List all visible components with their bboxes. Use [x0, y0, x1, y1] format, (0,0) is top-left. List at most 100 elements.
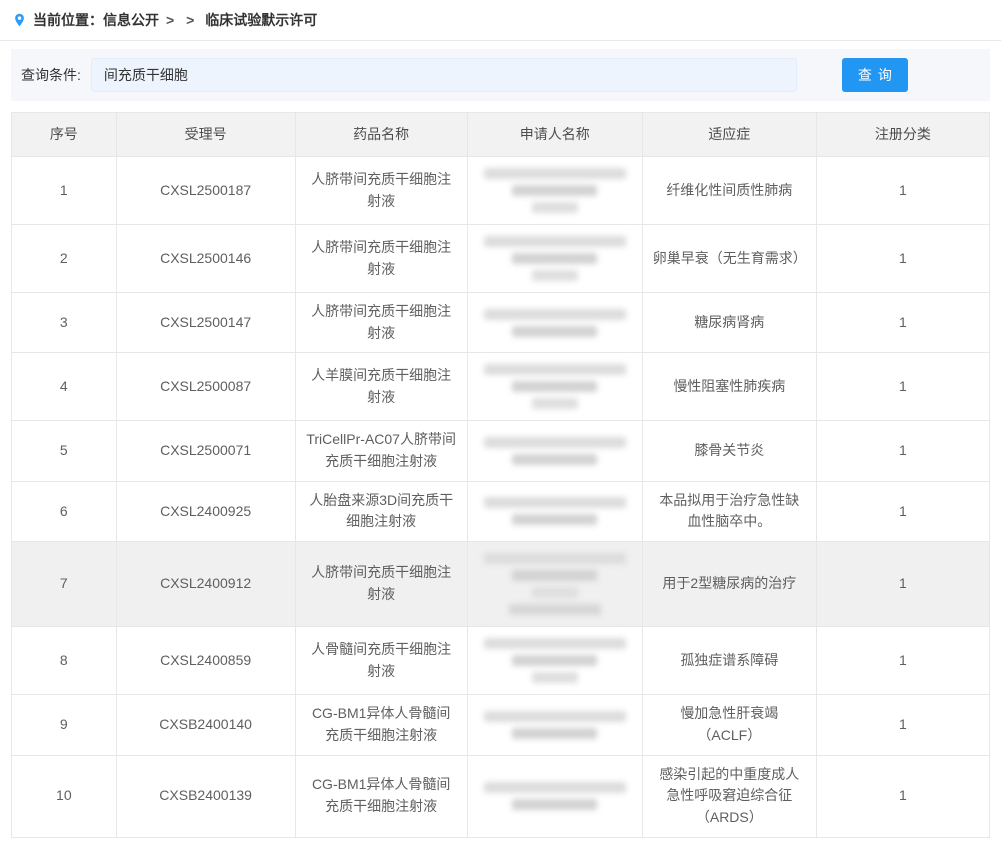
column-header-no: 序号 [12, 113, 117, 157]
cell-acceptance-no: CXSB2400140 [116, 695, 295, 755]
search-label: 查询条件: [21, 65, 81, 85]
cell-reg-class: 1 [816, 293, 989, 353]
table-body: 1 CXSL2500187 人脐带间充质干细胞注射液 纤维化性间质性肺病 1 2… [12, 157, 990, 838]
table-row[interactable]: 7 CXSL2400912 人脐带间充质干细胞注射液 用于2型糖尿病的治疗 1 [12, 542, 990, 627]
cell-reg-class: 1 [816, 353, 989, 421]
cell-applicant [467, 755, 642, 837]
cell-applicant [467, 627, 642, 695]
cell-no: 10 [12, 755, 117, 837]
cell-no: 5 [12, 421, 117, 481]
cell-reg-class: 1 [816, 627, 989, 695]
cell-reg-class: 1 [816, 421, 989, 481]
cell-no: 7 [12, 542, 117, 627]
breadcrumb-item-clinical-trial-permit: 临床试验默示许可 [205, 10, 317, 30]
cell-applicant [467, 421, 642, 481]
cell-applicant [467, 542, 642, 627]
applicant-redacted-blur [478, 306, 632, 340]
cell-drug-name: TriCellPr-AC07人脐带间充质干细胞注射液 [295, 421, 467, 481]
table-row[interactable]: 9 CXSB2400140 CG-BM1异体人骨髓间充质干细胞注射液 慢加急性肝… [12, 695, 990, 755]
cell-no: 8 [12, 627, 117, 695]
cell-acceptance-no: CXSL2400912 [116, 542, 295, 627]
cell-indication: 纤维化性间质性肺病 [642, 157, 816, 225]
breadcrumb: 当前位置： 信息公开 > > 临床试验默示许可 [0, 0, 1001, 41]
cell-applicant [467, 481, 642, 541]
column-header-reg-class: 注册分类 [816, 113, 989, 157]
table-row[interactable]: 5 CXSL2500071 TriCellPr-AC07人脐带间充质干细胞注射液… [12, 421, 990, 481]
cell-drug-name: CG-BM1异体人骨髓间充质干细胞注射液 [295, 755, 467, 837]
table-row[interactable]: 10 CXSB2400139 CG-BM1异体人骨髓间充质干细胞注射液 感染引起… [12, 755, 990, 837]
search-section: 查询条件: 查询 [11, 49, 990, 101]
applicant-redacted-blur [478, 779, 632, 813]
cell-applicant [467, 225, 642, 293]
cell-drug-name: 人骨髓间充质干细胞注射液 [295, 627, 467, 695]
applicant-redacted-blur [478, 550, 632, 618]
breadcrumb-item-info-disclosure[interactable]: 信息公开 [103, 10, 159, 30]
applicant-redacted-blur [478, 708, 632, 742]
table-header-row: 序号 受理号 药品名称 申请人名称 适应症 注册分类 [12, 113, 990, 157]
applicant-redacted-blur [478, 434, 632, 468]
cell-acceptance-no: CXSL2500071 [116, 421, 295, 481]
cell-no: 4 [12, 353, 117, 421]
cell-drug-name: 人脐带间充质干细胞注射液 [295, 542, 467, 627]
cell-indication: 感染引起的中重度成人急性呼吸窘迫综合征（ARDS） [642, 755, 816, 837]
applicant-redacted-blur [478, 494, 632, 528]
column-header-indication: 适应症 [642, 113, 816, 157]
applicant-redacted-blur [478, 361, 632, 412]
cell-indication: 卵巢早衰（无生育需求） [642, 225, 816, 293]
cell-acceptance-no: CXSL2500147 [116, 293, 295, 353]
cell-applicant [467, 353, 642, 421]
table-row[interactable]: 2 CXSL2500146 人脐带间充质干细胞注射液 卵巢早衰（无生育需求） 1 [12, 225, 990, 293]
cell-acceptance-no: CXSL2500187 [116, 157, 295, 225]
cell-drug-name: CG-BM1异体人骨髓间充质干细胞注射液 [295, 695, 467, 755]
cell-reg-class: 1 [816, 542, 989, 627]
cell-drug-name: 人脐带间充质干细胞注射液 [295, 157, 467, 225]
cell-no: 2 [12, 225, 117, 293]
table-row[interactable]: 3 CXSL2500147 人脐带间充质干细胞注射液 糖尿病肾病 1 [12, 293, 990, 353]
table-row[interactable]: 4 CXSL2500087 人羊膜间充质干细胞注射液 慢性阻塞性肺疾病 1 [12, 353, 990, 421]
search-button[interactable]: 查询 [842, 58, 908, 92]
cell-drug-name: 人脐带间充质干细胞注射液 [295, 293, 467, 353]
cell-no: 1 [12, 157, 117, 225]
cell-acceptance-no: CXSB2400139 [116, 755, 295, 837]
cell-indication: 慢性阻塞性肺疾病 [642, 353, 816, 421]
cell-reg-class: 1 [816, 225, 989, 293]
cell-drug-name: 人胎盘来源3D间充质干细胞注射液 [295, 481, 467, 541]
cell-indication: 孤独症谱系障碍 [642, 627, 816, 695]
table-row[interactable]: 6 CXSL2400925 人胎盘来源3D间充质干细胞注射液 本品拟用于治疗急性… [12, 481, 990, 541]
cell-indication: 本品拟用于治疗急性缺血性脑卒中。 [642, 481, 816, 541]
cell-acceptance-no: CXSL2400859 [116, 627, 295, 695]
location-pin-icon [12, 10, 27, 30]
cell-acceptance-no: CXSL2500146 [116, 225, 295, 293]
cell-drug-name: 人羊膜间充质干细胞注射液 [295, 353, 467, 421]
column-header-applicant: 申请人名称 [467, 113, 642, 157]
breadcrumb-location-label: 当前位置： [33, 10, 103, 30]
cell-acceptance-no: CXSL2500087 [116, 353, 295, 421]
applicant-redacted-blur [478, 233, 632, 284]
cell-reg-class: 1 [816, 481, 989, 541]
results-table: 序号 受理号 药品名称 申请人名称 适应症 注册分类 1 CXSL2500187… [11, 112, 990, 838]
cell-no: 6 [12, 481, 117, 541]
cell-applicant [467, 695, 642, 755]
cell-indication: 糖尿病肾病 [642, 293, 816, 353]
applicant-redacted-blur [478, 635, 632, 686]
cell-reg-class: 1 [816, 755, 989, 837]
table-row[interactable]: 1 CXSL2500187 人脐带间充质干细胞注射液 纤维化性间质性肺病 1 [12, 157, 990, 225]
cell-drug-name: 人脐带间充质干细胞注射液 [295, 225, 467, 293]
search-input[interactable] [91, 58, 797, 92]
column-header-drug-name: 药品名称 [295, 113, 467, 157]
cell-no: 9 [12, 695, 117, 755]
table-row[interactable]: 8 CXSL2400859 人骨髓间充质干细胞注射液 孤独症谱系障碍 1 [12, 627, 990, 695]
breadcrumb-separator: > > [166, 12, 198, 28]
cell-indication: 慢加急性肝衰竭（ACLF） [642, 695, 816, 755]
cell-no: 3 [12, 293, 117, 353]
cell-indication: 用于2型糖尿病的治疗 [642, 542, 816, 627]
cell-indication: 膝骨关节炎 [642, 421, 816, 481]
cell-reg-class: 1 [816, 157, 989, 225]
cell-applicant [467, 293, 642, 353]
cell-applicant [467, 157, 642, 225]
cell-reg-class: 1 [816, 695, 989, 755]
cell-acceptance-no: CXSL2400925 [116, 481, 295, 541]
column-header-acceptance-no: 受理号 [116, 113, 295, 157]
applicant-redacted-blur [478, 165, 632, 216]
clinical-trial-permit-page: 当前位置： 信息公开 > > 临床试验默示许可 查询条件: 查询 序号 受理号 … [0, 0, 1001, 841]
